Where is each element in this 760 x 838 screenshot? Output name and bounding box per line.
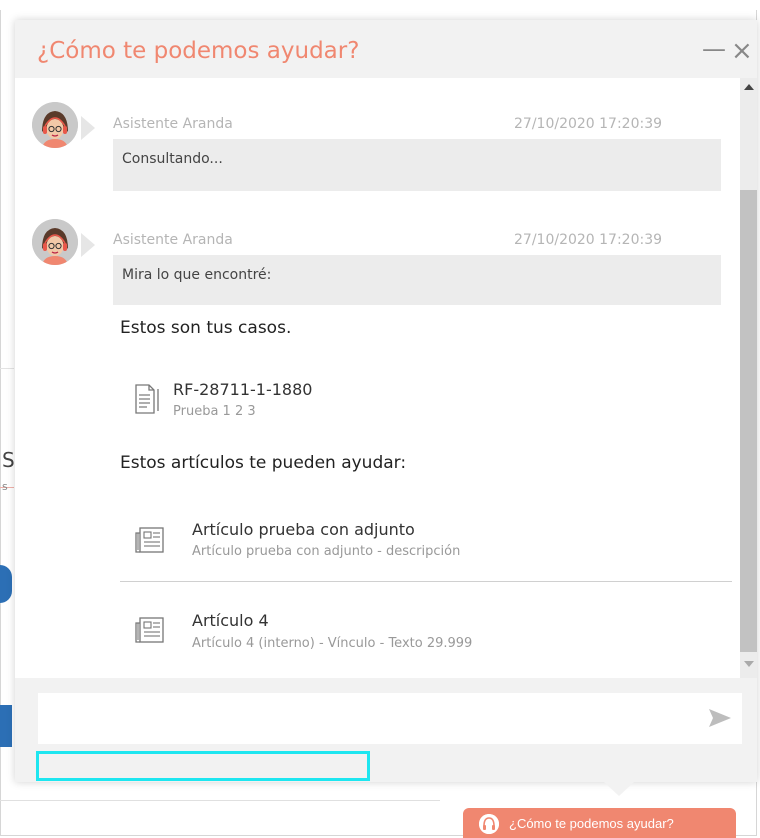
message-author: Asistente Aranda (113, 232, 233, 248)
message-pointer (81, 233, 95, 257)
launcher-label: ¿Cómo te podemos ayudar? (509, 816, 674, 831)
scroll-down-arrow-icon[interactable] (744, 661, 754, 667)
chat-header: ¿Cómo te podemos ayudar? — × (15, 20, 757, 78)
message-pointer (81, 116, 95, 140)
background-divider (0, 800, 440, 801)
article-subtitle: Artículo prueba con adjunto - descripció… (192, 544, 461, 559)
message-timestamp: 27/10/2020 17:20:39 (514, 116, 663, 132)
message-bubble: Mira lo que encontré: (113, 255, 721, 305)
cases-heading: Estos son tus casos. (120, 318, 292, 338)
newspaper-icon (135, 527, 164, 553)
message-list[interactable]: Asistente Aranda 27/10/2020 17:20:39 Con… (15, 78, 740, 678)
headset-icon-glyph (479, 814, 499, 834)
message-input[interactable] (38, 693, 698, 744)
assistant-avatar (32, 219, 78, 265)
article-title: Artículo prueba con adjunto (192, 520, 415, 539)
assistant-avatar (32, 102, 78, 148)
chat-launcher-button[interactable]: ¿Cómo te podemos ayudar? (463, 808, 736, 838)
background-letter-small: s (2, 480, 8, 493)
article-item[interactable]: Artículo prueba con adjunto Artículo pru… (120, 508, 730, 578)
headset-icon (479, 814, 499, 834)
message-input-area (38, 693, 742, 744)
article-title: Artículo 4 (192, 611, 269, 630)
article-item[interactable]: Artículo 4 Artículo 4 (interno) - Víncul… (120, 598, 730, 668)
minimize-icon[interactable]: — (702, 37, 726, 61)
case-item[interactable]: RF-28711-1-1880 Prueba 1 2 3 (120, 368, 720, 428)
vertical-scrollbar[interactable] (740, 78, 757, 678)
message-author: Asistente Aranda (113, 116, 233, 132)
scroll-up-arrow-icon[interactable] (744, 84, 754, 90)
focus-highlight[interactable] (36, 751, 370, 781)
message-bubble: Consultando... (113, 139, 721, 191)
article-divider (120, 581, 732, 582)
article-subtitle: Artículo 4 (interno) - Vínculo - Texto 2… (192, 636, 473, 651)
chat-window-pointer (604, 782, 634, 796)
background-logo-fragment-2 (0, 705, 12, 747)
background-logo-fragment (0, 565, 12, 603)
chat-window: ¿Cómo te podemos ayudar? — × Asistente A… (15, 20, 757, 782)
case-subtitle: Prueba 1 2 3 (173, 404, 256, 419)
case-title: RF-28711-1-1880 (173, 380, 313, 399)
background-letter: S (2, 448, 15, 472)
newspaper-icon (135, 617, 164, 643)
send-icon[interactable] (708, 708, 732, 728)
chat-title: ¿Cómo te podemos ayudar? (37, 38, 360, 64)
message-timestamp: 27/10/2020 17:20:39 (514, 232, 663, 248)
close-icon[interactable]: × (731, 38, 753, 64)
document-icon (135, 384, 159, 414)
assistant-avatar-icon (32, 102, 78, 148)
scroll-thumb[interactable] (740, 190, 757, 652)
articles-heading: Estos artículos te pueden ayudar: (120, 453, 407, 473)
assistant-avatar-icon (32, 219, 78, 265)
